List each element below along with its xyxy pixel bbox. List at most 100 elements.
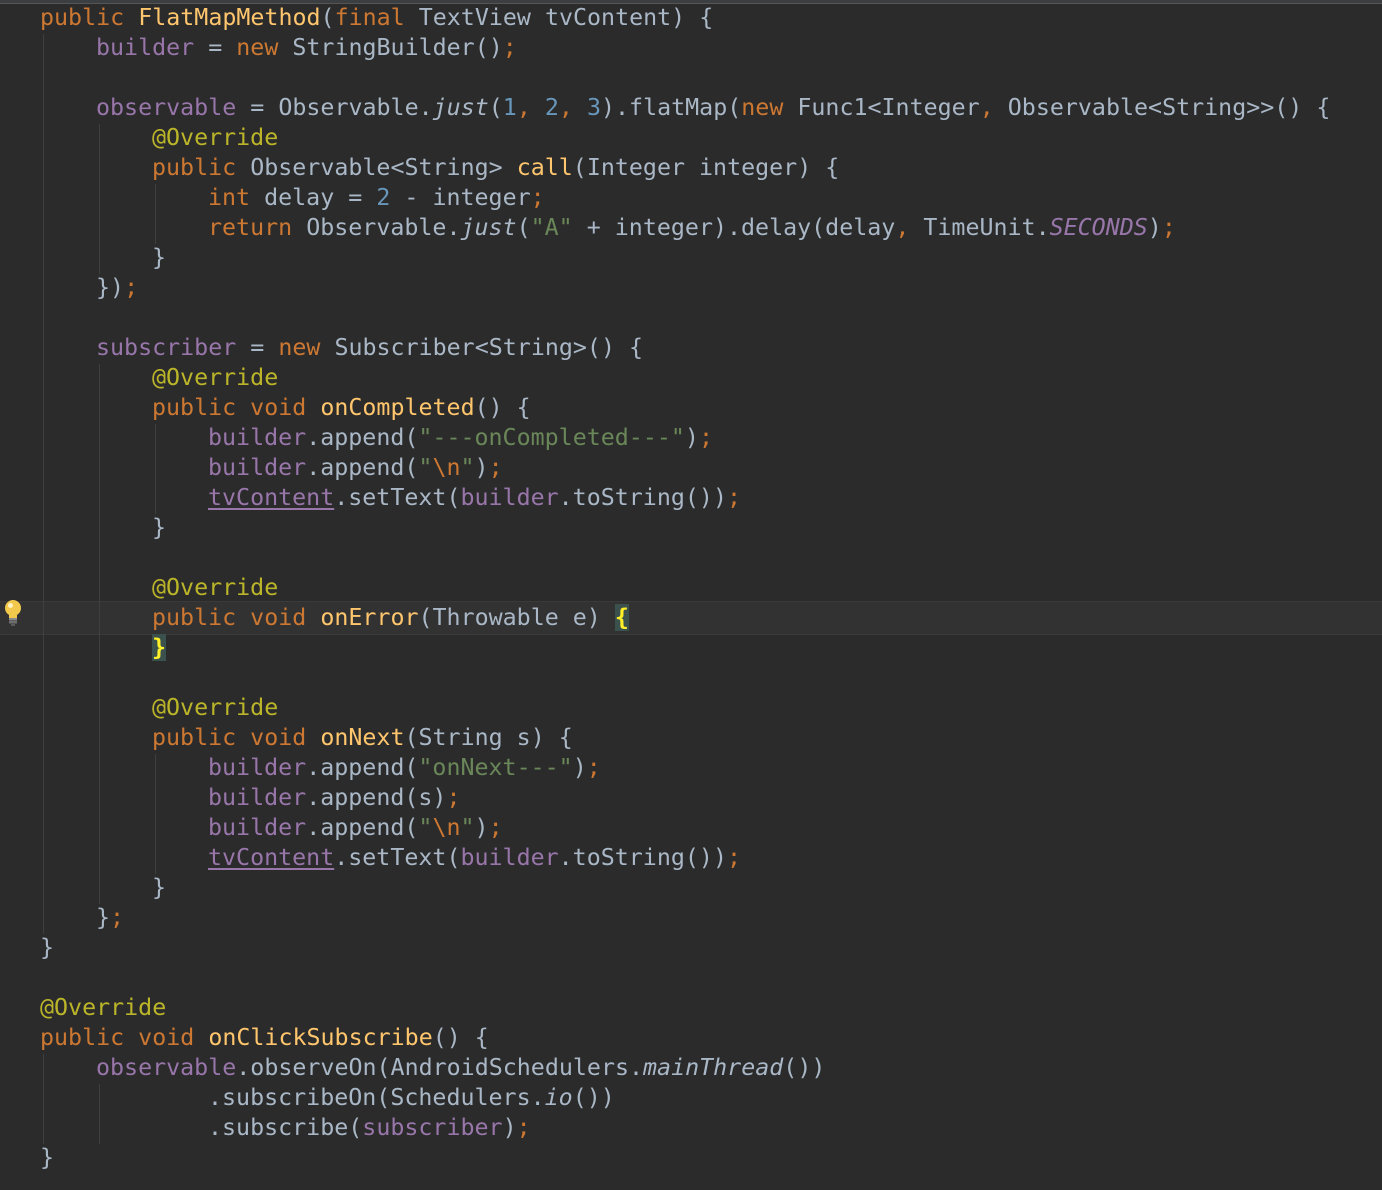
annotation-token: @Override	[152, 124, 279, 151]
field-token: builder	[460, 484, 559, 511]
code-line[interactable]: @Override	[40, 993, 166, 1023]
code-line[interactable]: @Override	[152, 573, 278, 603]
code-line[interactable]: .subscribe(subscriber);	[208, 1113, 531, 1143]
code-line[interactable]: @Override	[152, 693, 278, 723]
code-line[interactable]: builder.append("---onCompleted---");	[208, 423, 713, 453]
code-token: .append(	[306, 454, 419, 481]
field-token: subscriber	[96, 334, 237, 361]
code-line[interactable]: }	[40, 1143, 54, 1173]
indent-guide	[43, 34, 44, 934]
number-token: 2	[544, 94, 559, 121]
code-token: .setText(	[334, 484, 461, 511]
code-line[interactable]: subscriber = new Subscriber<String>() {	[96, 333, 643, 363]
code-token: Observable<String>>() {	[1007, 94, 1331, 121]
keyword-token: public void	[152, 724, 321, 751]
code-line[interactable]: public void onError(Throwable e) {	[152, 603, 629, 633]
keyword-token: ;	[726, 484, 741, 511]
escape-token: \n	[432, 814, 461, 841]
code-line[interactable]: });	[96, 273, 138, 303]
code-line[interactable]: builder.append(s);	[208, 783, 460, 813]
code-token: (Integer integer) {	[572, 154, 840, 181]
static-method-token: just	[432, 94, 489, 121]
number-token: 1	[502, 94, 517, 121]
string-token: "	[460, 454, 475, 481]
code-line[interactable]: public void onClickSubscribe() {	[40, 1023, 489, 1053]
string-token: "	[418, 454, 433, 481]
code-line[interactable]: }	[40, 933, 54, 963]
code-token: ())	[572, 1084, 615, 1111]
keyword-token: public	[40, 4, 139, 31]
code-line[interactable]: builder = new StringBuilder();	[96, 33, 517, 63]
code-line[interactable]: }	[152, 243, 166, 273]
indent-guide	[155, 184, 156, 244]
field-token: builder	[208, 784, 307, 811]
code-token: Func1<Integer	[797, 94, 980, 121]
code-token: )	[502, 1114, 517, 1141]
captured-variable-token: tvContent	[208, 844, 335, 871]
string-token: "A"	[530, 214, 587, 241]
keyword-token: ;	[446, 784, 461, 811]
keyword-token: ,	[516, 94, 545, 121]
code-token: () {	[432, 1024, 489, 1051]
code-token: ).flatMap(	[601, 94, 742, 121]
keyword-token: ;	[586, 754, 601, 781]
code-line[interactable]: @Override	[152, 123, 278, 153]
keyword-token: ;	[530, 184, 545, 211]
code-token: )	[474, 814, 489, 841]
code-token: }	[152, 514, 167, 541]
code-line[interactable]: int delay = 2 - integer;	[208, 183, 545, 213]
code-line[interactable]: public void onNext(String s) {	[152, 723, 573, 753]
code-token: (	[320, 4, 335, 31]
keyword-token: ,	[895, 214, 924, 241]
field-token: builder	[208, 424, 307, 451]
constant-token: SECONDS	[1049, 214, 1148, 241]
matched-brace-token: }	[152, 634, 167, 661]
code-line[interactable]: public FlatMapMethod(final TextView tvCo…	[40, 3, 713, 33]
code-token: () {	[474, 394, 531, 421]
annotation-token: @Override	[152, 574, 279, 601]
code-token: Observable.	[306, 214, 461, 241]
annotation-token: @Override	[40, 994, 167, 1021]
indent-guide	[99, 124, 100, 274]
method-name-token: call	[516, 154, 573, 181]
field-token: builder	[460, 844, 559, 871]
code-line[interactable]: }	[152, 873, 166, 903]
code-token: Subscriber<String>() {	[334, 334, 644, 361]
code-token: .toString())	[558, 484, 727, 511]
code-line[interactable]: public void onCompleted() {	[152, 393, 531, 423]
code-token: TextView tvContent) {	[418, 4, 714, 31]
code-line[interactable]: observable.observeOn(AndroidSchedulers.m…	[96, 1053, 825, 1083]
code-editor[interactable]: public FlatMapMethod(final TextView tvCo…	[0, 0, 1382, 1190]
keyword-token: ;	[110, 904, 125, 931]
code-token: .observeOn(AndroidSchedulers.	[236, 1054, 644, 1081]
code-token: .append(s)	[306, 784, 447, 811]
keyword-token: ;	[516, 1114, 531, 1141]
code-line[interactable]: }	[152, 633, 167, 663]
code-line[interactable]: builder.append("\n");	[208, 813, 503, 843]
code-line[interactable]: }	[152, 513, 166, 543]
code-line[interactable]: observable = Observable.just(1, 2, 3).fl…	[96, 93, 1330, 123]
code-token: .toString())	[558, 844, 727, 871]
field-token: builder	[208, 814, 307, 841]
string-token: "	[418, 814, 433, 841]
code-line[interactable]: .subscribeOn(Schedulers.io())	[208, 1083, 615, 1113]
code-line[interactable]: };	[96, 903, 124, 933]
static-method-token: just	[460, 214, 517, 241]
method-name-token: onClickSubscribe	[208, 1024, 433, 1051]
code-token: }	[96, 904, 111, 931]
code-line[interactable]: return Observable.just("A" + integer).de…	[208, 213, 1176, 243]
code-line[interactable]: tvContent.setText(builder.toString());	[208, 843, 741, 873]
code-line[interactable]: @Override	[152, 363, 278, 393]
code-line[interactable]: builder.append("onNext---");	[208, 753, 601, 783]
code-token: .append(	[306, 814, 419, 841]
code-line[interactable]: public Observable<String> call(Integer i…	[152, 153, 839, 183]
code-token: =	[236, 334, 279, 361]
code-token: ())	[783, 1054, 826, 1081]
keyword-token: new	[741, 94, 798, 121]
keyword-token: new	[278, 334, 335, 361]
code-line[interactable]: builder.append("\n");	[208, 453, 503, 483]
indent-guide	[155, 424, 156, 514]
lightbulb-icon[interactable]	[2, 598, 24, 628]
code-token: TimeUnit.	[923, 214, 1050, 241]
code-line[interactable]: tvContent.setText(builder.toString());	[208, 483, 741, 513]
